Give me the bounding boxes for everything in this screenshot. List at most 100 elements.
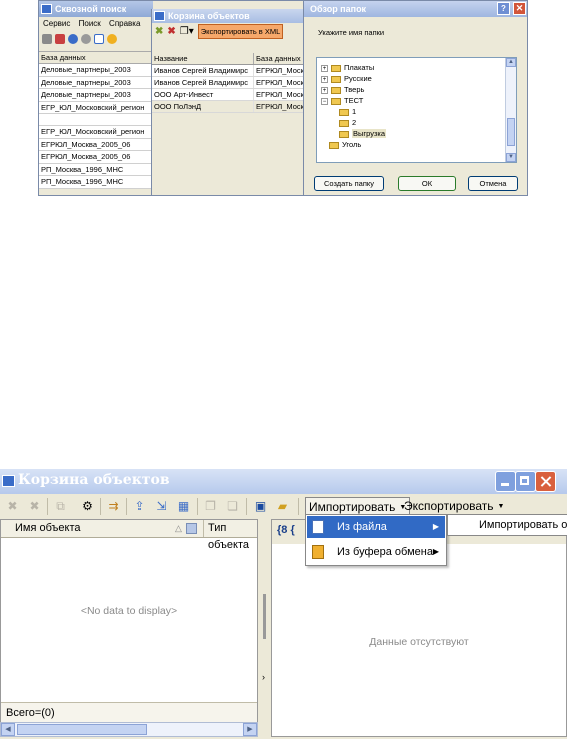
window-titlebar[interactable]: Корзина объектов [0,469,567,494]
tree-node[interactable]: + Тверь [321,84,364,95]
import-menu: Из файла ▶ Из буфера обмена ▶ [305,514,447,566]
tree-scrollbar[interactable]: ▲ ▼ [505,58,516,162]
folder-icon [339,108,349,116]
filter-dropdown-icon[interactable] [186,523,197,534]
open-folder-icon[interactable]: ▰ [274,498,291,515]
scroll-thumb[interactable] [507,118,515,146]
table-row[interactable]: Иванов Сергей Владимирс ЕГРЮЛ_Моск [152,65,304,77]
browse-folder-dialog: Обзор папок ? ✕ Укажите имя папки + Плака… [303,1,527,195]
scroll-left-icon[interactable]: ◀ [1,723,15,736]
maximize-icon[interactable] [515,471,536,492]
export-xml-button[interactable]: Экспортировать в XML [197,24,284,39]
menu-item-import-objects[interactable]: Импортировать об [449,516,567,535]
tree-node[interactable]: 2 [339,117,356,128]
list-item[interactable]: ЕГРЮЛ_Москва_2005_06 [39,139,152,151]
column-object-type[interactable]: Тип объекта [203,520,257,551]
search-in-icon[interactable]: ⇉ [105,498,122,515]
tree-node[interactable]: + Плакаты [321,62,374,73]
list-item[interactable]: РП_Москва_1996_МНС [39,164,152,176]
cancel-button[interactable]: Отмена [468,176,518,191]
basket-window-titlebar: Корзина объектов [152,9,304,23]
column-name[interactable]: Название [152,53,254,64]
paste-icon[interactable]: ❏ [224,498,241,515]
filter-icon[interactable]: ⧉ [52,498,69,515]
remove-icon[interactable]: ✖ [26,498,43,515]
list-item[interactable]: ЕГР_ЮЛ_Московский_регион [39,126,152,139]
list-item[interactable]: РП_Москва_1996_МНС [39,176,152,189]
tree-node-selected[interactable]: Выгрузка [339,128,387,139]
copy-icon[interactable]: ❐ [202,498,219,515]
export-window-icon[interactable]: ⇲ [153,498,170,515]
database-list-header[interactable]: База данных [39,52,152,64]
delete-icon[interactable] [55,34,65,44]
tree-node[interactable]: + Русские [321,73,372,84]
tree-node[interactable]: 1 [339,106,356,117]
table-row[interactable]: Иванов Сергей Владимирс ЕГРЮЛ_Моск [152,77,304,89]
tree-node[interactable]: Уголь [329,139,361,150]
toolbar-separator [47,498,48,515]
list-item[interactable]: ЕГР_ЮЛ_Московский_регион [39,102,152,114]
help-icon[interactable]: ? [497,2,510,15]
submenu-arrow-icon: ▶ [432,547,439,556]
clipboard-icon [312,545,324,559]
copy-icon[interactable]: ❐▾ [180,26,194,37]
globe-icon[interactable] [68,34,78,44]
minimize-icon[interactable] [495,471,516,492]
sort-icon[interactable]: △ [175,520,182,537]
list-item[interactable]: Деловые_партнеры_2003 [39,77,152,89]
toolbar-separator [298,498,299,515]
expand-icon[interactable]: + [321,75,328,83]
stop-icon[interactable] [81,34,91,44]
menu-search[interactable]: Поиск [79,19,101,28]
braces-icon[interactable]: {8 { [277,524,295,536]
list-item[interactable]: Деловые_партнеры_2003 [39,64,152,77]
create-folder-button[interactable]: Создать папку [314,176,384,191]
grid-icon[interactable] [42,34,52,44]
dialog-titlebar: Обзор папок ? ✕ [304,1,527,17]
table-row[interactable]: ООО Арт-Инвест ЕГРЮЛ_Моск [152,89,304,101]
expand-icon[interactable]: + [321,64,328,72]
import-label: Импортировать [309,500,396,514]
refresh-icon[interactable] [107,34,117,44]
clear-icon[interactable]: ✖ [4,498,21,515]
scroll-thumb[interactable] [17,724,147,735]
import-submenu: Импортировать об [447,514,567,536]
calendar-icon[interactable]: ▦ [175,498,192,515]
open-window-icon[interactable]: ⇪ [131,498,148,515]
collapse-icon[interactable]: − [321,97,328,105]
table-row[interactable]: ООО ПоЛэнД ЕГРЮЛ_Моск [152,101,304,113]
close-icon[interactable]: ✕ [513,2,526,15]
toolbar-separator [126,498,127,515]
cell-name: Иванов Сергей Владимирс [152,77,254,88]
expand-arrow-icon[interactable]: › [262,672,265,682]
list-item[interactable]: Деловые_партнеры_2003 [39,89,152,102]
splitter-grip[interactable] [263,594,266,639]
expand-icon[interactable]: + [321,86,328,94]
folder-icon [339,119,349,127]
search-window-toolbar [39,31,153,47]
column-database[interactable]: База данных [254,53,304,64]
menu-service[interactable]: Сервис [43,19,70,28]
settings-icon[interactable]: ⚙ [79,498,96,515]
horizontal-scrollbar[interactable]: ◀ ▶ [0,722,258,737]
ok-button[interactable]: ОК [398,176,456,191]
folder-icon [331,64,341,72]
clear-icon[interactable]: ✖ [155,26,163,37]
scroll-down-icon[interactable]: ▼ [506,153,516,162]
pane-splitter[interactable]: › [258,519,271,737]
list-item[interactable]: ЕГРЮЛ_Москва_2005_06 [39,151,152,164]
tree-node[interactable]: − ТЕСТ [321,95,363,106]
remove-icon[interactable]: ✖ [167,26,175,37]
close-icon[interactable] [535,471,556,492]
menu-item-label: Из файла [337,521,387,533]
scroll-up-icon[interactable]: ▲ [506,58,516,67]
save-icon[interactable]: ▣ [252,498,269,515]
window-icon[interactable] [94,34,104,44]
menu-help[interactable]: Справка [109,19,140,28]
menu-item-from-file[interactable]: Из файла ▶ [307,516,445,538]
column-object-name[interactable]: Имя объекта [15,520,81,537]
menu-item-from-clipboard[interactable]: Из буфера обмена ▶ [307,541,445,563]
scroll-right-icon[interactable]: ▶ [243,723,257,736]
window-title: Корзина объектов [18,472,170,488]
list-item[interactable] [39,114,152,126]
